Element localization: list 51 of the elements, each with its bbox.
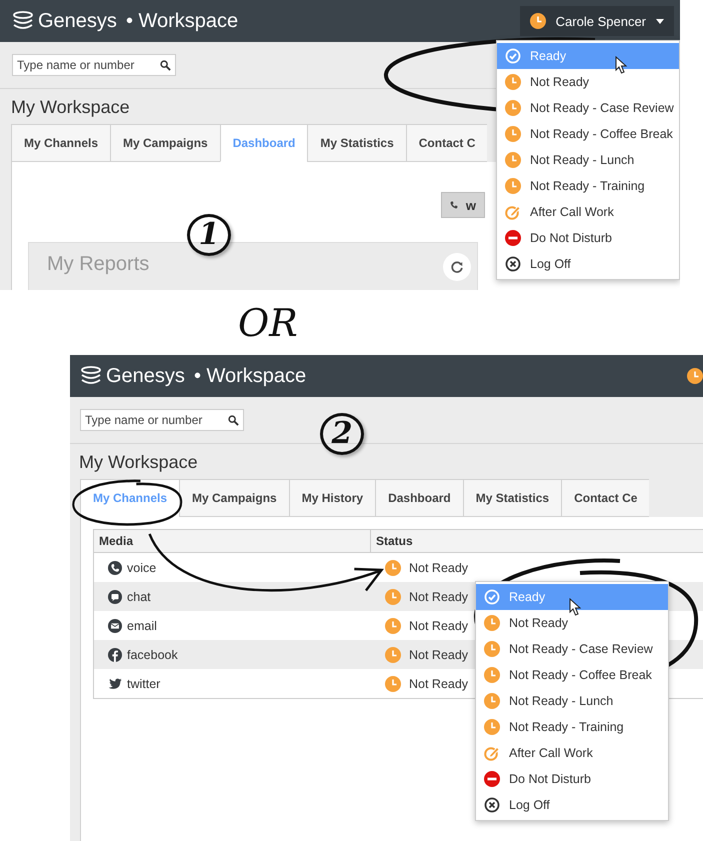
- workspace-heading: My Workspace: [78, 451, 198, 474]
- tab[interactable]: Contact Ce: [561, 479, 650, 517]
- status-text: Not Ready: [409, 590, 468, 604]
- status-menu-item[interactable]: Do Not Disturb: [476, 766, 668, 792]
- status-menu-item[interactable]: Not Ready: [497, 69, 679, 95]
- column-header: Status: [375, 533, 414, 550]
- column-header: Media: [94, 530, 371, 552]
- status-menu-item[interactable]: Log Off: [476, 792, 668, 818]
- status-text: Not Ready: [409, 618, 468, 632]
- media-name: voice: [127, 560, 156, 574]
- media-name: chat: [127, 590, 151, 604]
- tab[interactable]: My Campaigns: [110, 124, 220, 162]
- media-name: twitter: [127, 676, 160, 690]
- status-text: Not Ready: [409, 560, 468, 574]
- status-menu-item[interactable]: After Call Work: [476, 740, 668, 766]
- or-label: OR: [238, 300, 298, 344]
- tab[interactable]: Contact C: [406, 124, 488, 162]
- status-menu-item[interactable]: Not Ready: [476, 610, 668, 636]
- tab[interactable]: My Campaigns: [179, 479, 289, 517]
- status-menu-item[interactable]: Log Off: [497, 251, 679, 277]
- tab[interactable]: My Channels: [11, 124, 110, 162]
- app-title: • Workspace: [194, 364, 306, 388]
- status-text: Not Ready: [409, 648, 468, 662]
- app-title: • Workspace: [126, 10, 238, 32]
- status-text: Not Ready: [409, 676, 468, 690]
- status-menu-item[interactable]: Not Ready - Lunch: [497, 147, 679, 173]
- tab[interactable]: My Statistics: [462, 479, 562, 517]
- search-field[interactable]: Type name or number: [12, 54, 176, 76]
- voice-button[interactable]: w: [441, 192, 485, 218]
- status-menu-item[interactable]: Not Ready - Training: [476, 714, 668, 740]
- tab[interactable]: Dashboard: [375, 479, 463, 517]
- step-number: 2: [320, 413, 364, 455]
- status-menu-item[interactable]: Not Ready - Coffee Break: [497, 121, 679, 147]
- status-menu-item[interactable]: Not Ready - Case Review: [497, 95, 679, 121]
- status-menu-item[interactable]: After Call Work: [497, 199, 679, 225]
- status-menu-item[interactable]: Not Ready - Coffee Break: [476, 662, 668, 688]
- brand-name: Genesys: [106, 364, 185, 388]
- brand-name: Genesys: [38, 10, 117, 32]
- workspace-heading: My Workspace: [10, 96, 130, 119]
- media-name: email: [127, 618, 157, 632]
- search-field[interactable]: Type name or number: [80, 409, 244, 431]
- tab[interactable]: My Statistics: [307, 124, 406, 162]
- status-menu-item[interactable]: Not Ready - Training: [497, 173, 679, 199]
- tab[interactable]: My History: [288, 479, 376, 517]
- step-number: 1: [187, 214, 231, 256]
- reports-title: My Reports: [47, 253, 150, 276]
- status-menu-item[interactable]: Not Ready - Lunch: [476, 688, 668, 714]
- media-name: facebook: [127, 648, 178, 662]
- status-menu-item[interactable]: Not Ready - Case Review: [476, 636, 668, 662]
- status-menu-item[interactable]: Do Not Disturb: [497, 225, 679, 251]
- user-menu-button[interactable]: Carole Spencer: [520, 6, 674, 36]
